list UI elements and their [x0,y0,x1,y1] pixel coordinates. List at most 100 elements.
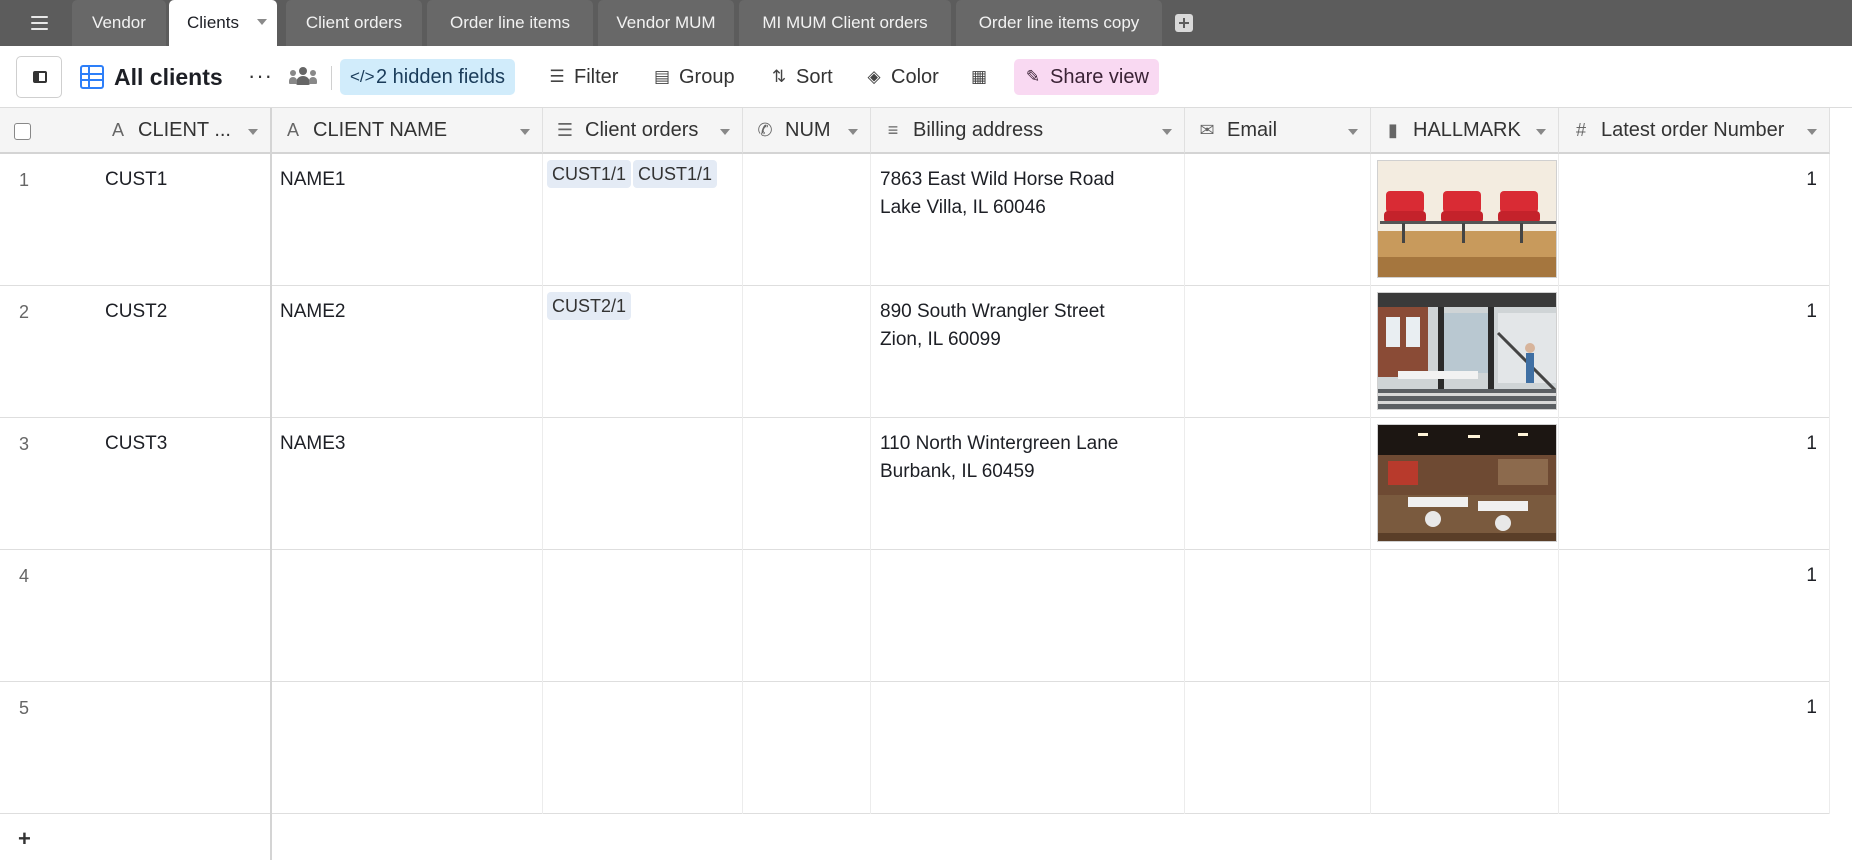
cell-billing-address[interactable] [871,550,1185,682]
collaborators-icon[interactable] [289,66,317,88]
number-icon: # [1575,119,1586,140]
cell-num[interactable] [743,682,871,814]
cell-num[interactable] [743,418,871,550]
filter-label: Filter [574,65,619,88]
column-header-billing-address[interactable]: ≡ Billing address [871,108,1185,154]
table-row[interactable]: 2 CUST2 NAME2 CUST2/1 890 South Wrangler… [0,286,1830,418]
cell-client-id[interactable]: CUST3 [96,418,271,550]
column-header-latest-order-number[interactable]: # Latest order Number [1559,108,1830,154]
cell-client-name[interactable]: NAME1 [271,154,543,286]
column-menu-icon[interactable] [248,129,258,135]
cell-client-name[interactable] [271,550,543,682]
cell-hallmark[interactable] [1371,286,1559,418]
linked-record-chip[interactable]: CUST1/1 [633,160,718,188]
cell-billing-address[interactable]: 110 North Wintergreen Lane Burbank, IL 6… [871,418,1185,550]
cell-num[interactable] [743,550,871,682]
table-row[interactable]: 5 1 [0,682,1830,814]
column-header-client-orders[interactable]: ☰ Client orders [543,108,743,154]
cell-latest-order-number[interactable]: 1 [1559,286,1830,418]
phone-icon: ✆ [757,119,773,140]
tab-order-line-items[interactable]: Order line items [427,0,593,46]
cell-email[interactable] [1185,550,1371,682]
sidebar-toggle-button[interactable] [16,56,62,98]
add-record-icon[interactable]: + [18,826,31,852]
cell-latest-order-number[interactable]: 1 [1559,154,1830,286]
cell-billing-address[interactable] [871,682,1185,814]
address-line: 890 South Wrangler Street [880,301,1105,322]
column-header-hallmark[interactable]: ▮ HALLMARK [1371,108,1559,154]
tab-dropdown-icon[interactable] [257,19,267,25]
cell-num[interactable] [743,154,871,286]
column-menu-icon[interactable] [720,129,730,135]
tab-mi-mum-client-orders[interactable]: MI MUM Client orders [739,0,951,46]
column-menu-icon[interactable] [848,129,858,135]
hamburger-menu-icon[interactable] [22,10,56,36]
cell-client-id[interactable] [96,682,271,814]
share-view-button[interactable]: ✎ Share view [1014,59,1159,95]
cell-client-id[interactable]: CUST2 [96,286,271,418]
sort-button[interactable]: ⇅ Sort [760,59,843,95]
tab-order-line-items-copy[interactable]: Order line items copy [956,0,1162,46]
cell-billing-address[interactable]: 7863 East Wild Horse Road Lake Villa, IL… [871,154,1185,286]
column-header-client-name[interactable]: A CLIENT NAME [271,108,543,154]
linked-record-chip[interactable]: CUST2/1 [547,292,632,320]
add-record-row[interactable]: + [0,816,1830,860]
column-header-email[interactable]: ✉ Email [1185,108,1371,154]
column-header-num[interactable]: ✆ NUM [743,108,871,154]
column-header-client-id[interactable]: A CLIENT ... [96,108,271,154]
cell-email[interactable] [1185,286,1371,418]
tab-vendor[interactable]: Vendor [72,0,166,46]
cell-hallmark[interactable] [1371,154,1559,286]
table-row[interactable]: 4 1 [0,550,1830,682]
table-row[interactable]: 3 CUST3 NAME3 110 North Wintergreen Lane… [0,418,1830,550]
cell-client-orders[interactable] [543,682,743,814]
column-menu-icon[interactable] [1162,129,1172,135]
cell-latest-order-number[interactable]: 1 [1559,550,1830,682]
hidden-fields-button[interactable]: </> 2 hidden fields [340,59,515,95]
select-all-checkbox[interactable] [14,123,31,140]
tab-clients[interactable]: Clients [169,0,277,46]
cell-email[interactable] [1185,682,1371,814]
linked-record-chip[interactable]: CUST1/1 [547,160,632,188]
cell-client-name[interactable]: NAME2 [271,286,543,418]
row-number: 1 [19,170,30,190]
view-switcher[interactable]: All clients [80,60,223,94]
cell-num[interactable] [743,286,871,418]
row-height-icon: ▦ [970,67,988,86]
sidebar-icon [33,71,47,83]
color-button[interactable]: ◈ Color [855,59,949,95]
cell-client-name[interactable]: NAME3 [271,418,543,550]
share-view-label: Share view [1050,65,1149,88]
cell-email[interactable] [1185,418,1371,550]
cell-client-orders[interactable]: CUST2/1 [543,286,743,418]
attachment-thumbnail[interactable] [1377,160,1557,278]
column-menu-icon[interactable] [1536,129,1546,135]
tab-client-orders[interactable]: Client orders [286,0,422,46]
cell-latest-order-number[interactable]: 1 [1559,418,1830,550]
add-table-icon[interactable] [1175,14,1193,32]
cell-hallmark[interactable] [1371,418,1559,550]
attachment-thumbnail[interactable] [1377,292,1557,410]
cell-client-orders[interactable] [543,418,743,550]
cell-email[interactable] [1185,154,1371,286]
cell-hallmark[interactable] [1371,682,1559,814]
cell-latest-order-number[interactable]: 1 [1559,682,1830,814]
cell-client-id[interactable] [96,550,271,682]
attachment-thumbnail[interactable] [1377,424,1557,542]
cell-client-orders[interactable]: CUST1/1 CUST1/1 [543,154,743,286]
filter-button[interactable]: ☰ Filter [538,59,628,95]
table-row[interactable]: 1 CUST1 NAME1 CUST1/1 CUST1/1 7863 East W… [0,154,1830,286]
column-menu-icon[interactable] [1807,129,1817,135]
cell-client-id[interactable]: CUST1 [96,154,271,286]
view-more-icon[interactable]: ··· [248,65,273,87]
cell-client-name[interactable] [271,682,543,814]
tab-vendor-mum[interactable]: Vendor MUM [598,0,734,46]
cell-billing-address[interactable]: 890 South Wrangler Street Zion, IL 60099 [871,286,1185,418]
attachment-icon: ▮ [1388,119,1398,140]
column-menu-icon[interactable] [520,129,530,135]
column-menu-icon[interactable] [1348,129,1358,135]
group-button[interactable]: ▤ Group [643,59,745,95]
row-height-button[interactable]: ▦ [960,59,998,95]
cell-client-orders[interactable] [543,550,743,682]
cell-hallmark[interactable] [1371,550,1559,682]
